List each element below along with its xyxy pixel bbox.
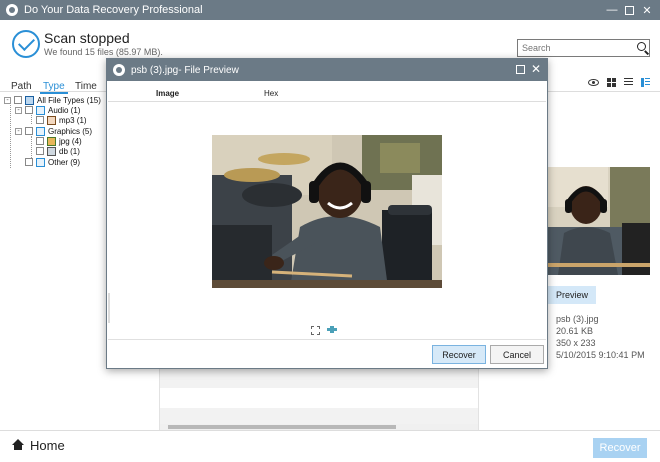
computer-icon (25, 95, 34, 105)
title-bar: Do Your Data Recovery Professional — ✕ (0, 0, 660, 20)
checkbox[interactable] (25, 106, 33, 114)
recover-button[interactable]: Recover (593, 438, 647, 458)
tree-label: Audio (1) (48, 105, 81, 115)
scrollbar-thumb[interactable] (168, 425, 396, 429)
dialog-cancel-button[interactable]: Cancel (490, 345, 544, 364)
thumbnail-preview-image (548, 167, 650, 275)
photo-boy-headphones (212, 135, 442, 288)
image-dimensions: 350 x 233 (556, 338, 596, 348)
other-files-icon (36, 157, 45, 167)
preview-image (212, 135, 442, 288)
tree-label: db (1) (59, 146, 80, 156)
tab-image[interactable]: Image (156, 89, 179, 98)
file-name: psb (3).jpg (556, 314, 599, 324)
tree-label: mp3 (1) (59, 115, 87, 125)
window-controls: — ✕ (605, 0, 654, 20)
search-box (517, 39, 650, 57)
audio-icon (36, 105, 45, 115)
image-toolbar (107, 323, 547, 337)
dialog-title: psb (3).jpg- File Preview (131, 64, 239, 76)
scan-status-title: Scan stopped (44, 30, 130, 46)
list-view-icon[interactable] (624, 78, 633, 87)
list-row[interactable] (160, 388, 478, 408)
file-date: 5/10/2015 9:10:41 PM (556, 350, 645, 360)
detail-view-icon[interactable] (641, 78, 650, 87)
home-link[interactable]: Home (30, 438, 65, 453)
tree-label: jpg (4) (59, 136, 82, 146)
db-file-icon (47, 146, 56, 156)
tree-label: Other (9) (48, 157, 81, 167)
tab-time[interactable]: Time (75, 81, 97, 92)
collapse-icon[interactable]: - (15, 127, 22, 135)
view-mode-icons (588, 78, 650, 87)
tree-node-jpg[interactable]: jpg (4) (36, 136, 82, 146)
close-icon[interactable]: ✕ (531, 62, 541, 76)
fit-to-window-icon[interactable] (311, 326, 320, 335)
search-icon[interactable] (637, 42, 646, 51)
checkbox[interactable] (25, 127, 33, 135)
file-preview-dialog: psb (3).jpg- File Preview ✕ Image Hex Re… (106, 58, 548, 369)
check-circle-icon (12, 30, 40, 58)
tab-hex[interactable]: Hex (264, 89, 278, 98)
window-title: Do Your Data Recovery Professional (24, 4, 203, 16)
app-logo-icon (6, 4, 18, 16)
tree-node-db[interactable]: db (1) (36, 146, 80, 156)
dialog-title-bar: psb (3).jpg- File Preview ✕ (107, 59, 547, 81)
search-input[interactable] (518, 40, 628, 56)
scan-status-summary: We found 15 files (85.97 MB). (44, 47, 163, 57)
tree-node-audio[interactable]: - Audio (1) (15, 105, 80, 115)
close-icon[interactable]: ✕ (640, 3, 654, 17)
home-icon[interactable] (12, 439, 24, 451)
checkbox[interactable] (14, 96, 22, 104)
eye-icon[interactable] (588, 79, 599, 86)
checkbox[interactable] (36, 137, 44, 145)
dialog-recover-button[interactable]: Recover (432, 345, 486, 364)
photo-thumbnail (548, 167, 650, 275)
maximize-icon[interactable] (625, 5, 634, 15)
collapse-icon[interactable]: - (15, 106, 22, 114)
file-size: 20.61 KB (556, 326, 594, 336)
tree-node-graphics[interactable]: - Graphics (5) (15, 126, 92, 136)
tree-node-other[interactable]: + Other (9) (15, 157, 80, 167)
app-logo-icon (113, 64, 125, 76)
tree-node-mp3[interactable]: mp3 (1) (36, 115, 87, 125)
grid-view-icon[interactable] (607, 78, 616, 87)
tree-label: All File Types (15) (37, 95, 101, 105)
rotate-icon[interactable] (327, 326, 337, 334)
graphics-icon (36, 126, 45, 136)
tree-node-all-file-types[interactable]: - All File Types (15) (4, 95, 101, 105)
jpg-file-icon (47, 136, 56, 146)
mp3-file-icon (47, 115, 56, 125)
preview-button[interactable]: Preview (548, 286, 596, 304)
file-list (160, 368, 478, 430)
list-row[interactable] (160, 368, 478, 388)
minimize-icon[interactable]: — (605, 3, 619, 17)
maximize-icon[interactable] (516, 65, 525, 74)
checkbox[interactable] (36, 147, 44, 155)
checkbox[interactable] (25, 158, 33, 166)
tab-path[interactable]: Path (11, 81, 32, 92)
collapse-icon[interactable]: - (4, 96, 11, 104)
checkbox[interactable] (36, 116, 44, 124)
tree-label: Graphics (5) (48, 126, 93, 136)
bottom-bar: Home Recover (0, 430, 660, 462)
